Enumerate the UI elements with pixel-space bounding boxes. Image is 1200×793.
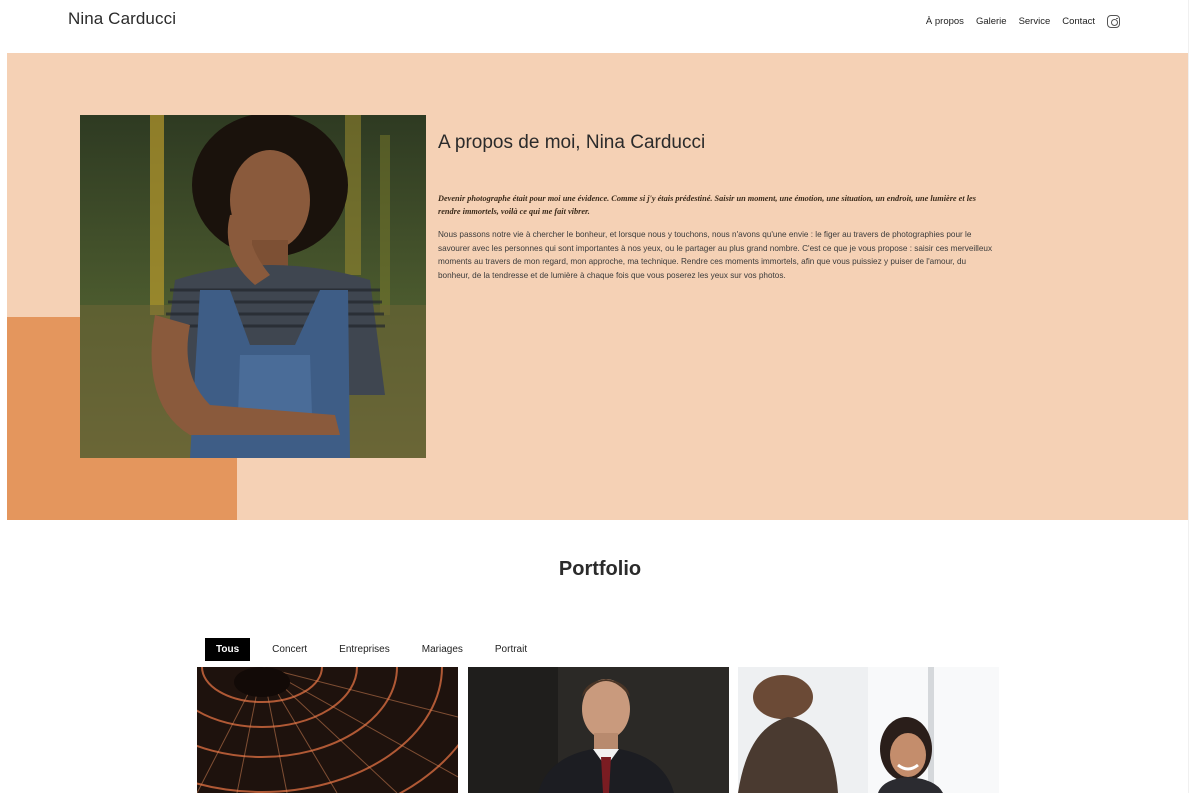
business-portrait-photo [468, 667, 729, 793]
portrait-photo [80, 115, 426, 458]
nav-link-contact[interactable]: Contact [1062, 16, 1095, 27]
nav-link-service[interactable]: Service [1019, 16, 1051, 27]
filter-concert[interactable]: Concert [256, 638, 323, 661]
portrait-illustration [80, 115, 426, 458]
main-nav: À propos Galerie Service Contact [926, 15, 1120, 28]
portfolio-title: Portfolio [558, 558, 642, 580]
office-smile-photo [738, 667, 999, 793]
filter-mariages[interactable]: Mariages [406, 638, 479, 661]
about-title: A propos de moi, Nina Carducci [438, 132, 706, 153]
filter-portrait[interactable]: Portrait [479, 638, 543, 661]
gallery-item-concert[interactable] [197, 667, 458, 793]
instagram-icon[interactable] [1107, 15, 1120, 28]
brand-name[interactable]: Nina Carducci [68, 9, 176, 29]
nav-link-galerie[interactable]: Galerie [976, 16, 1007, 27]
gallery-item-mariages[interactable] [738, 667, 999, 793]
portfolio-filters: Tous Concert Entreprises Mariages Portra… [205, 638, 543, 661]
gallery-item-entreprises[interactable] [468, 667, 729, 793]
filter-entreprises[interactable]: Entreprises [323, 638, 406, 661]
page-scrollbar[interactable] [1188, 0, 1200, 793]
about-body-text: Nous passons notre vie à chercher le bon… [438, 230, 993, 280]
filter-tous[interactable]: Tous [205, 638, 251, 661]
nav-link-apropos[interactable]: À propos [926, 16, 964, 27]
about-lead-text: Devenir photographe était pour moi une é… [438, 194, 976, 216]
concert-photo [197, 667, 458, 793]
site-header: Nina Carducci À propos Galerie Service C… [0, 0, 1188, 52]
